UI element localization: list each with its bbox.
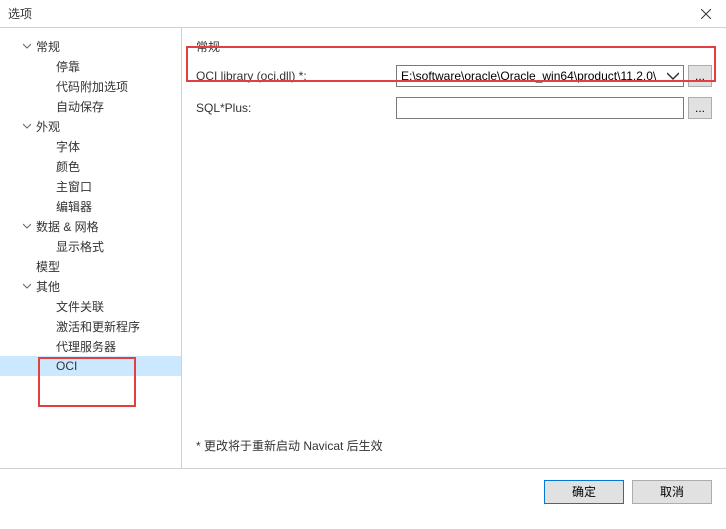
window-title: 选项 [8, 5, 32, 22]
sqlplus-input[interactable] [396, 97, 684, 119]
tree-label: 激活和更新程序 [56, 318, 140, 335]
main-panel: 常规 OCI library (oci.dll) *: E:\software\… [182, 28, 726, 468]
section-header: 常规 [196, 38, 712, 55]
combo-value: E:\software\oracle\Oracle_win64\product\… [401, 69, 667, 83]
tree-label: 其他 [36, 278, 60, 295]
tree-label: 显示格式 [56, 238, 104, 255]
footer: 确定 取消 [0, 468, 726, 514]
oci-library-combo[interactable]: E:\software\oracle\Oracle_win64\product\… [396, 65, 684, 87]
tree-item-activation[interactable]: 激活和更新程序 [0, 316, 181, 336]
chevron-down-icon [20, 219, 34, 233]
tree-item-autosave[interactable]: 自动保存 [0, 96, 181, 116]
content: 常规 停靠 代码附加选项 自动保存 外观 字体 颜色 主窗口 编辑器 数据 & … [0, 28, 726, 468]
cancel-button[interactable]: 取消 [632, 480, 712, 504]
tree-label: 停靠 [56, 58, 80, 75]
ellipsis-icon: ... [695, 69, 705, 83]
tree-label: 文件关联 [56, 298, 104, 315]
tree-label: 字体 [56, 138, 80, 155]
chevron-down-icon [20, 39, 34, 53]
close-icon [701, 9, 711, 19]
tree-item-displayformat[interactable]: 显示格式 [0, 236, 181, 256]
tree-item-other[interactable]: 其他 [0, 276, 181, 296]
chevron-down-icon [20, 119, 34, 133]
tree-item-dock[interactable]: 停靠 [0, 56, 181, 76]
ok-button[interactable]: 确定 [544, 480, 624, 504]
sqlplus-label: SQL*Plus: [196, 101, 396, 115]
form-row-oci: OCI library (oci.dll) *: E:\software\ora… [196, 65, 712, 87]
tree-label: 编辑器 [56, 198, 92, 215]
tree-label: 外观 [36, 118, 60, 135]
tree-item-model[interactable]: 模型 [0, 256, 181, 276]
tree-label: 颜色 [56, 158, 80, 175]
tree-label: 数据 & 网格 [36, 218, 99, 235]
tree-item-proxy[interactable]: 代理服务器 [0, 336, 181, 356]
tree-item-code-addon[interactable]: 代码附加选项 [0, 76, 181, 96]
chevron-down-icon [667, 70, 679, 82]
tree-item-color[interactable]: 颜色 [0, 156, 181, 176]
oci-library-label: OCI library (oci.dll) *: [196, 69, 396, 83]
tree-item-datagrid[interactable]: 数据 & 网格 [0, 216, 181, 236]
tree-item-fileassoc[interactable]: 文件关联 [0, 296, 181, 316]
tree-label: 常规 [36, 38, 60, 55]
tree-item-font[interactable]: 字体 [0, 136, 181, 156]
sidebar-tree: 常规 停靠 代码附加选项 自动保存 外观 字体 颜色 主窗口 编辑器 数据 & … [0, 28, 182, 468]
tree-label: OCI [56, 359, 77, 373]
tree-label: 自动保存 [56, 98, 104, 115]
tree-item-general[interactable]: 常规 [0, 36, 181, 56]
ellipsis-icon: ... [695, 101, 705, 115]
tree-label: 模型 [36, 258, 60, 275]
tree-label: 代码附加选项 [56, 78, 128, 95]
restart-note: * 更改将于重新启动 Navicat 后生效 [196, 437, 383, 454]
tree-item-appearance[interactable]: 外观 [0, 116, 181, 136]
oci-browse-button[interactable]: ... [688, 65, 712, 87]
close-button[interactable] [686, 0, 726, 28]
tree-item-oci[interactable]: OCI [0, 356, 181, 376]
tree-item-mainwindow[interactable]: 主窗口 [0, 176, 181, 196]
tree-item-editor[interactable]: 编辑器 [0, 196, 181, 216]
button-label: 取消 [660, 483, 684, 500]
chevron-down-icon [20, 279, 34, 293]
form-row-sqlplus: SQL*Plus: ... [196, 97, 712, 119]
titlebar: 选项 [0, 0, 726, 28]
sqlplus-browse-button[interactable]: ... [688, 97, 712, 119]
button-label: 确定 [572, 483, 596, 500]
tree-label: 主窗口 [56, 178, 92, 195]
tree-label: 代理服务器 [56, 338, 116, 355]
